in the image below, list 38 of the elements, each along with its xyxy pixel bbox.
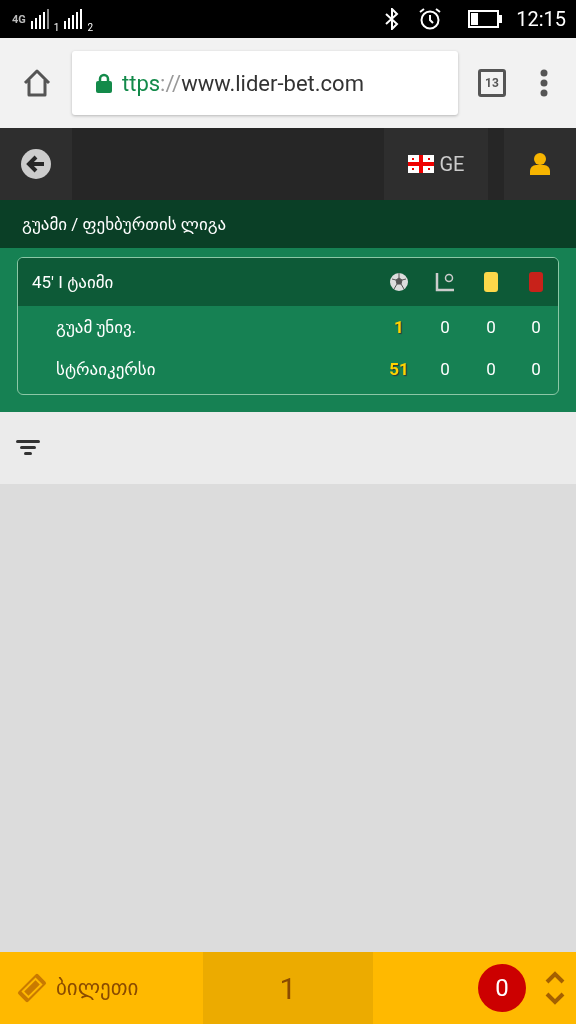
goals-score: 1 — [393, 317, 405, 337]
team-name: სტრაიკერსი — [55, 359, 157, 379]
signal-icon — [63, 9, 84, 29]
bluetooth-icon — [384, 8, 401, 30]
menu-icon[interactable] — [540, 69, 548, 97]
soccer-ball-icon — [389, 272, 409, 292]
caution-card-icon — [484, 272, 498, 292]
sending-offs-count: 0 — [530, 359, 542, 379]
breadcrumb[interactable]: გუამი / ფეხბურთის ლიგა — [0, 200, 576, 248]
cautions-count: 0 — [485, 359, 497, 379]
sim-label: 1 — [53, 22, 60, 33]
bet-count-badge: 0 — [478, 964, 526, 1012]
sending-off-card-icon — [529, 272, 543, 292]
corner-icon — [435, 272, 455, 292]
network-type: 4G — [12, 12, 26, 26]
filter-icon[interactable] — [16, 439, 42, 457]
signal-icon — [29, 9, 50, 29]
user-icon[interactable] — [530, 153, 550, 175]
home-icon[interactable] — [22, 68, 52, 98]
battery-icon — [468, 10, 503, 28]
alarm-clock-icon — [418, 7, 443, 31]
cautions-count: 0 — [485, 317, 497, 337]
sending-offs-count: 0 — [530, 317, 542, 337]
selection-count: 1 — [203, 952, 373, 1024]
expand-toggle-icon[interactable] — [544, 970, 566, 1006]
sim-label: 2 — [87, 22, 94, 33]
goals-score: 51 — [388, 359, 410, 379]
corners-count: 0 — [439, 359, 451, 379]
clock-time: 12:15 — [516, 7, 566, 31]
lock-icon — [96, 73, 112, 93]
ticket-button[interactable]: ბილეთი — [0, 952, 203, 1024]
corners-count: 0 — [439, 317, 451, 337]
tab-count[interactable]: 13 — [478, 69, 506, 97]
match-period: 45' I ტაიმი — [32, 272, 115, 292]
flag-icon — [407, 155, 434, 173]
address-bar[interactable]: ttps://www.lider-bet.com — [72, 51, 458, 115]
team-name: გუამ უნივ. — [55, 317, 138, 337]
language-button[interactable]: GE — [384, 128, 488, 200]
